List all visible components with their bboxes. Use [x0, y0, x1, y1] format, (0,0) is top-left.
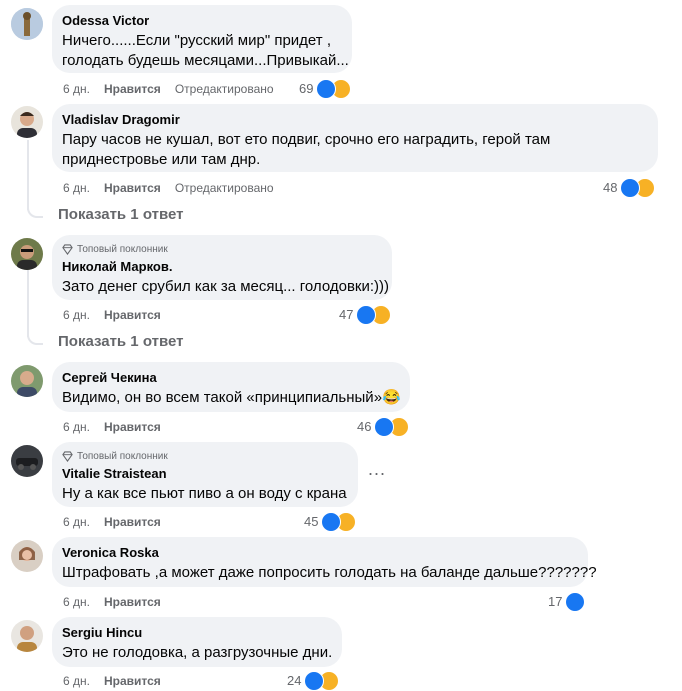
reaction-count: 47 [339, 307, 354, 322]
avatar[interactable] [11, 620, 43, 652]
avatar[interactable] [11, 445, 43, 477]
like-button[interactable]: Нравится [104, 180, 161, 196]
like-button[interactable]: Нравится [104, 514, 161, 530]
comment-actions: 6 дн. Нравится [63, 673, 161, 689]
badge-label: Топовый поклонник [77, 244, 168, 255]
comment-text: Видимо, он во всем такой «принципиальный… [62, 389, 401, 406]
reaction-summary[interactable]: 24 [287, 671, 340, 691]
comment-time[interactable]: 6 дн. [63, 514, 90, 530]
avatar[interactable] [11, 8, 43, 40]
reaction-summary[interactable]: 17 [548, 592, 586, 612]
like-button[interactable]: Нравится [104, 673, 161, 689]
avatar[interactable] [11, 238, 43, 270]
comment-text-line: приднестровье или там днр. [62, 151, 261, 168]
like-button[interactable]: Нравится [104, 81, 161, 97]
comment-text: Ну а как все пьют пиво а он воду с крана [62, 485, 347, 502]
reaction-count: 46 [357, 419, 372, 434]
comment-author[interactable]: Сергей Чекина [62, 370, 398, 386]
diamond-icon [62, 451, 73, 462]
reaction-summary[interactable]: 47 [339, 305, 392, 325]
comment-author[interactable]: Николай Марков. [62, 259, 380, 275]
reply-thread-curve [27, 331, 43, 345]
comment-text: Зато денег срубил как за месяц... голодо… [62, 278, 390, 295]
diamond-icon [62, 244, 73, 255]
top-fan-badge: Топовый поклонник [62, 450, 346, 463]
comment-actions: 6 дн. Нравится [63, 514, 161, 530]
reaction-count: 48 [603, 180, 618, 195]
avatar[interactable] [11, 365, 43, 397]
comment-text: Пару часов не кушал, вот ето подвиг, сро… [62, 130, 646, 170]
reaction-summary[interactable]: 48 [603, 178, 656, 198]
like-button[interactable]: Нравится [104, 419, 161, 435]
comment-bubble: Топовый поклонник Vitalie Straistean Ну … [52, 442, 358, 507]
comment-time[interactable]: 6 дн. [63, 673, 90, 689]
reaction-summary[interactable]: 69 [299, 79, 352, 99]
comment-actions: 6 дн. Нравится Отредактировано [63, 180, 274, 196]
comment-bubble: Топовый поклонник Николай Марков. Зато д… [52, 235, 392, 300]
comment-time[interactable]: 6 дн. [63, 419, 90, 435]
like-button[interactable]: Нравится [104, 307, 161, 323]
comment-text-line: голодать будешь месяцами...Привыкай... [62, 52, 349, 69]
reaction-count: 24 [287, 673, 302, 688]
more-options-button[interactable]: ... [368, 459, 386, 480]
comment-time[interactable]: 6 дн. [63, 307, 90, 323]
comment-actions: 6 дн. Нравится Отредактировано [63, 81, 274, 97]
reaction-summary[interactable]: 45 [304, 512, 357, 532]
reaction-count: 17 [548, 594, 563, 609]
comment-bubble: Veronica Roska Штрафовать ,а может даже … [52, 537, 597, 587]
comment-author[interactable]: Odessa Victor [62, 13, 340, 29]
show-replies-link[interactable]: Показать 1 ответ [58, 333, 183, 350]
comment-text: Штрафовать ,а может даже попросить голод… [62, 564, 597, 581]
comment-text-line: Пару часов не кушал, вот ето подвиг, сро… [62, 131, 551, 148]
badge-label: Топовый поклонник [77, 451, 168, 462]
like-reaction-icon [565, 592, 586, 612]
comment-time[interactable]: 6 дн. [63, 180, 90, 196]
comment-bubble: Sergiu Hincu Это не голодовка, а разгруз… [52, 617, 342, 667]
comment-author[interactable]: Sergiu Hincu [62, 625, 330, 641]
reaction-count: 45 [304, 514, 319, 529]
reply-thread-line [27, 140, 29, 210]
comment-text: Это не голодовка, а разгрузочные дни. [62, 644, 333, 661]
comment-actions: 6 дн. Нравится [63, 594, 161, 610]
comment-text: Ничего......Если "русский мир" придет , … [62, 31, 349, 71]
comment-actions: 6 дн. Нравится [63, 419, 161, 435]
comment-text-line: Ничего......Если "русский мир" придет , [62, 32, 331, 49]
comment-time[interactable]: 6 дн. [63, 594, 90, 610]
reply-thread-curve [27, 204, 43, 218]
reply-thread-line [27, 269, 29, 337]
comment-time[interactable]: 6 дн. [63, 81, 90, 97]
edited-label: Отредактировано [174, 181, 274, 195]
comment-bubble: Odessa Victor Ничего......Если "русский … [52, 5, 352, 73]
comment-author[interactable]: Veronica Roska [62, 545, 576, 561]
edited-label: Отредактировано [174, 82, 274, 96]
comment-bubble: Сергей Чекина Видимо, он во всем такой «… [52, 362, 410, 412]
reaction-count: 69 [299, 81, 314, 96]
avatar[interactable] [11, 540, 43, 572]
comment-bubble: Vladislav Dragomir Пару часов не кушал, … [52, 104, 658, 172]
comment-author[interactable]: Vitalie Straistean [62, 466, 346, 482]
comment-actions: 6 дн. Нравится [63, 307, 161, 323]
show-replies-link[interactable]: Показать 1 ответ [58, 206, 183, 223]
avatar[interactable] [11, 106, 43, 138]
top-fan-badge: Топовый поклонник [62, 243, 380, 256]
comment-author[interactable]: Vladislav Dragomir [62, 112, 646, 128]
reaction-summary[interactable]: 46 [357, 417, 410, 437]
like-button[interactable]: Нравится [104, 594, 161, 610]
